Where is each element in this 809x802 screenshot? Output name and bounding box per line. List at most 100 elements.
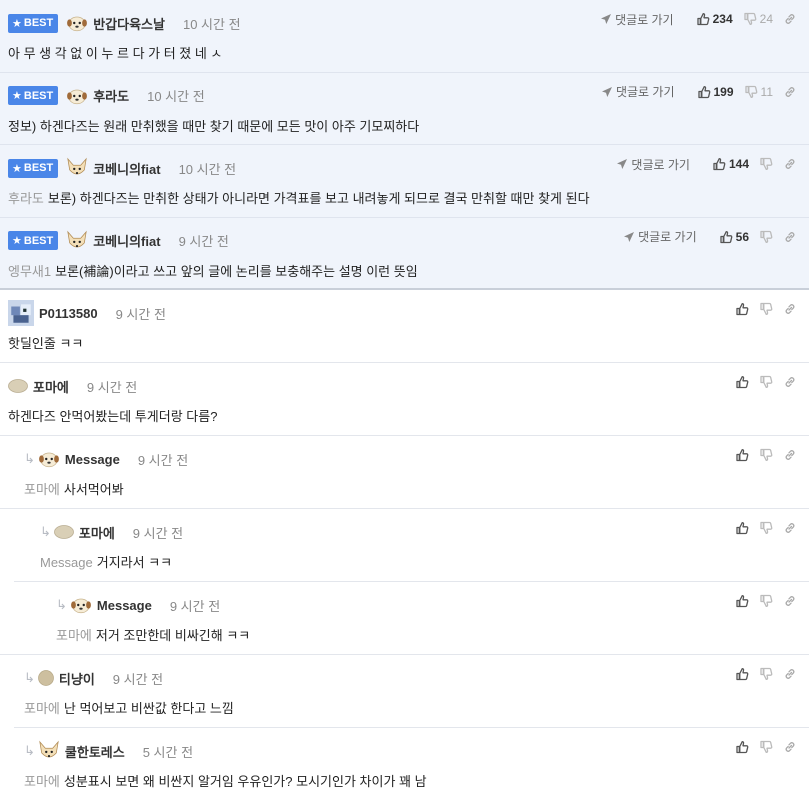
goto-comment-link[interactable]: 댓글로 가기	[623, 228, 697, 245]
avatar-dog-icon	[66, 85, 88, 107]
copy-link-button[interactable]	[783, 521, 797, 535]
downvote-button[interactable]	[759, 740, 773, 754]
best-badge: ★ BEST	[8, 86, 59, 105]
thumb-down-icon	[759, 667, 773, 681]
copy-link-button[interactable]	[783, 12, 797, 26]
upvote-count: 56	[735, 229, 749, 244]
link-icon	[783, 302, 797, 316]
goto-comment-link[interactable]: 댓글로 가기	[600, 11, 674, 28]
goto-comment-link[interactable]: 댓글로 가기	[601, 83, 675, 100]
upvote-button[interactable]: 234	[696, 12, 733, 26]
comment-body: 보론(補論)이라고 쓰고 앞의 글에 논리를 보충해주는 설명 이런 뜻임	[55, 263, 418, 279]
avatar-dog-icon	[38, 448, 60, 470]
reply-comment: ↳ 티냥이 9 시간 전 포마에 난 먹어보고 비싼값 한다고 느낌	[14, 655, 809, 728]
reply-comment: ↳ Message 9 시간 전 포마에 저거 조만한데 비싸긴해 ㅋㅋ	[0, 582, 809, 655]
downvote-button[interactable]	[759, 302, 773, 316]
comment-author[interactable]: 포마에	[33, 377, 69, 396]
upvote-button[interactable]	[735, 521, 749, 535]
upvote-button[interactable]	[735, 448, 749, 462]
reply-target: 포마에	[24, 701, 60, 716]
downvote-button[interactable]	[759, 448, 773, 462]
downvote-button[interactable]	[759, 521, 773, 535]
comment-author[interactable]: 티냥이	[59, 669, 95, 688]
downvote-button[interactable]: 11	[744, 85, 773, 99]
best-comment: ★ BEST 후라도 10 시간 전 댓글로 가기 199 11 정보) 하겐다즈…	[0, 72, 809, 145]
comment-author[interactable]: 후라도	[93, 86, 129, 105]
upvote-button[interactable]: 199	[697, 85, 734, 99]
comment-author[interactable]: 코베니의fiat	[93, 159, 160, 178]
upvote-button[interactable]	[735, 594, 749, 608]
star-icon: ★	[12, 90, 22, 102]
upvote-button[interactable]: 56	[719, 230, 749, 244]
copy-link-button[interactable]	[783, 302, 797, 316]
reply-arrow-icon: ↳	[24, 670, 35, 685]
comment-time: 10 시간 전	[147, 89, 205, 104]
upvote-button[interactable]	[735, 375, 749, 389]
comment: P0113580 9 시간 전 핫딜인줄 ㅋㅋ	[0, 290, 809, 363]
upvote-button[interactable]: 144	[712, 157, 749, 171]
avatar-bean-icon	[54, 525, 74, 539]
copy-link-button[interactable]	[783, 448, 797, 462]
link-icon	[783, 521, 797, 535]
comment-text: 정보) 하겐다즈는 원래 만취했을 때만 찾기 때문에 모든 맛이 아주 기모찌…	[8, 118, 420, 134]
reply-target: 포마에	[56, 628, 92, 643]
downvote-button[interactable]	[759, 230, 773, 244]
downvote-button[interactable]	[759, 375, 773, 389]
reply-target: Message	[40, 555, 93, 570]
avatar-ball-icon	[38, 670, 54, 686]
avatar-fox-icon	[66, 157, 88, 179]
comment-body: 난 먹어보고 비싼값 한다고 느낌	[63, 701, 234, 716]
downvote-button[interactable]	[759, 594, 773, 608]
upvote-count: 199	[713, 84, 734, 99]
comment-time: 10 시간 전	[182, 16, 241, 32]
thumb-down-icon	[759, 740, 773, 754]
link-icon	[783, 448, 797, 462]
copy-link-button[interactable]	[783, 375, 797, 389]
link-icon	[783, 740, 797, 754]
comment-text: 포마에 저거 조만한데 비싸긴해 ㅋㅋ	[56, 625, 250, 644]
avatar-dog-icon	[66, 12, 88, 34]
comment-text: 후라도 보론) 하겐다즈는 만취한 상태가 아니라면 가격표를 보고 내려놓게 되…	[8, 188, 590, 207]
copy-link-button[interactable]	[783, 85, 797, 99]
copy-link-button[interactable]	[783, 594, 797, 608]
comment-author[interactable]: 포마에	[79, 523, 115, 542]
comment-author[interactable]: Message	[65, 452, 120, 467]
upvote-button[interactable]	[735, 302, 749, 316]
copy-link-button[interactable]	[783, 230, 797, 244]
comment-author[interactable]: 반갑다육스날	[93, 14, 165, 33]
comment-time: 9 시간 전	[86, 379, 138, 395]
comment-time: 9 시간 전	[112, 671, 164, 687]
send-icon	[616, 158, 628, 170]
comment-author[interactable]: P0113580	[39, 306, 98, 321]
upvote-button[interactable]	[735, 667, 749, 681]
downvote-button[interactable]: 24	[743, 12, 773, 26]
reply-target: 후라도	[8, 191, 44, 206]
thumb-down-icon	[759, 230, 773, 244]
comment-author[interactable]: Message	[97, 598, 152, 613]
thumb-down-icon	[759, 157, 773, 171]
reply-comment: ↳ Message 9 시간 전 포마에 사서먹어봐	[0, 436, 809, 509]
downvote-button[interactable]	[759, 157, 773, 171]
best-comment: ★ BEST 코베니의fiat 9 시간 전 댓글로 가기 56 엥무새1 보론(補…	[0, 217, 809, 290]
downvote-button[interactable]	[759, 667, 773, 681]
reply-comment: ↳ 쿨한토레스 5 시간 전 포마에 성분표시 보면 왜 비싼지 알거임 우유인가…	[14, 728, 809, 801]
best-badge: ★ BEST	[8, 158, 59, 178]
thumb-up-icon	[719, 230, 733, 244]
comment-time: 5 시간 전	[142, 744, 194, 760]
link-icon	[783, 12, 797, 26]
reply-target: 포마에	[24, 482, 60, 497]
comment: 포마에 9 시간 전 하겐다즈 안먹어봤는데 투게더랑 다름?	[0, 363, 809, 436]
star-icon: ★	[12, 17, 22, 30]
comment-text: 포마에 성분표시 보면 왜 비싼지 알거임 우유인가? 모시기인가 차이가 꽤 남	[24, 771, 427, 790]
comment-author[interactable]: 코베니의fiat	[93, 231, 160, 250]
goto-comment-link[interactable]: 댓글로 가기	[616, 156, 690, 173]
reply-arrow-icon: ↳	[40, 524, 51, 539]
star-icon: ★	[12, 162, 22, 175]
copy-link-button[interactable]	[783, 157, 797, 171]
upvote-button[interactable]	[735, 740, 749, 754]
comment-author[interactable]: 쿨한토레스	[65, 742, 125, 761]
avatar-fox-icon	[66, 230, 88, 252]
comment-body: 보론) 하겐다즈는 만취한 상태가 아니라면 가격표를 보고 내려놓게 되므로 …	[47, 191, 590, 206]
copy-link-button[interactable]	[783, 740, 797, 754]
copy-link-button[interactable]	[783, 667, 797, 681]
